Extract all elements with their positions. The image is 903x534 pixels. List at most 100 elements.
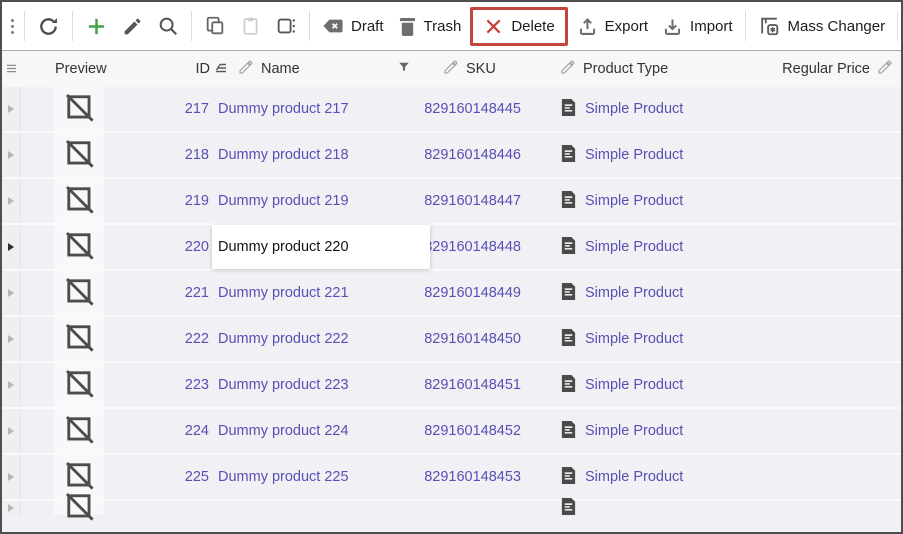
add-row-button[interactable] [78,10,115,43]
import-button[interactable]: Import [655,11,740,42]
delete-button[interactable]: Delete [476,11,561,42]
row-handle[interactable] [2,87,21,131]
cell-name[interactable]: Dummy product 222 [212,317,430,361]
column-header-preview[interactable]: Preview [21,51,171,87]
thumbnail-placeholder [54,133,104,177]
cell-name[interactable]: Dummy product 225 [212,455,430,499]
cell-preview[interactable] [21,501,171,515]
cell-name[interactable]: Dummy product 217 [212,87,430,131]
column-header-product-type[interactable]: Product Type [527,51,702,87]
edit-column-icon[interactable] [443,59,459,79]
select-all-corner[interactable] [2,51,21,87]
mass-changer-button[interactable]: Mass Changer [751,10,893,42]
filter-icon[interactable] [398,61,430,77]
cell-product-type[interactable]: Simple Product [527,179,702,223]
cell-regular-price[interactable] [702,363,901,407]
row-product-type: Simple Product [585,469,683,485]
cell-sku[interactable]: 829160148448 [430,225,527,269]
edit-column-icon[interactable] [877,59,893,79]
copy-button[interactable] [197,10,233,42]
cell-preview[interactable] [21,455,171,499]
cell-id[interactable] [171,501,212,515]
edit-column-icon[interactable] [560,59,576,79]
row-handle[interactable] [2,317,21,361]
row-handle[interactable] [2,501,21,515]
cell-preview[interactable] [21,271,171,315]
draft-button[interactable]: Draft [315,11,391,41]
cell-name[interactable]: Dummy product 223 [212,363,430,407]
cell-product-type[interactable]: Simple Product [527,409,702,453]
cell-preview[interactable] [21,317,171,361]
cell-regular-price[interactable] [702,409,901,453]
cell-sku[interactable]: 829160148450 [430,317,527,361]
cell-id[interactable]: 225 [171,455,212,499]
cell-preview[interactable] [21,179,171,223]
cell-preview[interactable] [21,133,171,177]
cell-product-type[interactable]: Simple Product [527,363,702,407]
row-handle[interactable] [2,455,21,499]
cell-id[interactable]: 221 [171,271,212,315]
cell-product-type[interactable]: Simple Product [527,133,702,177]
trash-button[interactable]: Trash [391,11,469,42]
cell-preview[interactable] [21,225,171,269]
row-handle[interactable] [2,179,21,223]
cell-name[interactable]: Dummy product 218 [212,133,430,177]
column-header-id[interactable]: ID [171,51,212,87]
cell-sku[interactable]: 829160148451 [430,363,527,407]
cell-product-type[interactable] [527,501,702,515]
drag-handle-icon[interactable] [6,19,19,34]
cell-regular-price[interactable] [702,87,901,131]
cell-regular-price[interactable] [702,179,901,223]
edit-button[interactable] [115,11,150,42]
cell-id[interactable]: 218 [171,133,212,177]
cell-sku[interactable]: 829160148449 [430,271,527,315]
cell-sku[interactable]: 829160148452 [430,409,527,453]
cell-id[interactable]: 224 [171,409,212,453]
column-header-name[interactable]: Name [212,51,430,87]
cell-regular-price[interactable] [702,133,901,177]
column-header-regular-price[interactable]: Regular Price [702,51,901,87]
cell-sku[interactable]: 829160148453 [430,455,527,499]
row-id: 223 [185,377,209,393]
cell-sku[interactable]: 829160148446 [430,133,527,177]
cell-name[interactable] [212,501,430,515]
cell-product-type[interactable]: Simple Product [527,455,702,499]
cell-sku[interactable]: 829160148447 [430,179,527,223]
cell-id[interactable]: 219 [171,179,212,223]
delete-button-label: Delete [511,18,554,35]
cell-product-type[interactable]: Simple Product [527,317,702,361]
cell-id[interactable]: 220 [171,225,212,269]
cell-name[interactable]: Dummy product 221 [212,271,430,315]
cell-regular-price[interactable] [702,271,901,315]
paste-button[interactable] [233,10,268,42]
cell-name[interactable]: Dummy product 219 [212,179,430,223]
cell-preview[interactable] [21,409,171,453]
cell-regular-price[interactable] [702,317,901,361]
cell-product-type[interactable]: Simple Product [527,87,702,131]
cell-regular-price[interactable] [702,225,901,269]
search-button[interactable] [150,10,186,42]
cell-sku[interactable] [430,501,527,515]
cell-id[interactable]: 217 [171,87,212,131]
cell-product-type[interactable]: Simple Product [527,225,702,269]
row-handle[interactable] [2,225,21,269]
cell-preview[interactable] [21,87,171,131]
cell-sku[interactable]: 829160148445 [430,87,527,131]
column-header-sku[interactable]: SKU [430,51,527,87]
row-handle[interactable] [2,133,21,177]
select-cells-button[interactable] [268,10,304,42]
cell-regular-price[interactable] [702,501,901,515]
row-handle[interactable] [2,409,21,453]
cell-name-editor[interactable]: Dummy product 220 [212,225,430,269]
cell-regular-price[interactable] [702,455,901,499]
export-button[interactable]: Export [570,11,655,42]
cell-id[interactable]: 223 [171,363,212,407]
refresh-button[interactable] [30,10,67,43]
cell-name[interactable]: Dummy product 224 [212,409,430,453]
row-handle[interactable] [2,363,21,407]
edit-column-icon[interactable] [238,59,254,79]
cell-id[interactable]: 222 [171,317,212,361]
cell-preview[interactable] [21,363,171,407]
cell-product-type[interactable]: Simple Product [527,271,702,315]
row-handle[interactable] [2,271,21,315]
